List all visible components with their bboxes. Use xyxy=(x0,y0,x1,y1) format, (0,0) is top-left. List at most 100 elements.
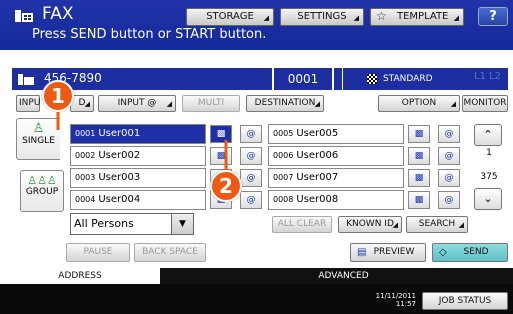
entry-name: User002 xyxy=(98,150,141,161)
resolution-mode[interactable]: STANDARD xyxy=(342,68,472,90)
backspace-button[interactable]: BACK SPACE xyxy=(134,243,206,262)
corner-arrow-icon: ◢ xyxy=(263,14,269,22)
email-destination-icon[interactable]: @ xyxy=(438,125,460,143)
email-destination-icon[interactable]: @ xyxy=(438,191,460,209)
entry-name: User006 xyxy=(296,150,339,161)
template-label: TEMPLATE xyxy=(397,11,449,22)
entry-name: User005 xyxy=(296,128,339,139)
single-tab[interactable]: ♙ SINGLE xyxy=(16,118,60,160)
tab-bar: ADDRESS ADVANCED xyxy=(0,268,513,284)
pause-button[interactable]: PAUSE xyxy=(66,243,130,262)
storage-label: STORAGE xyxy=(206,11,254,22)
known-id-label: KNOWN ID xyxy=(346,219,394,229)
email-destination-icon[interactable]: @ xyxy=(438,169,460,187)
current-page: 1 xyxy=(486,148,492,158)
scroll-down-button[interactable]: ⌄ xyxy=(474,188,502,210)
monitor-button[interactable]: MONITOR xyxy=(462,95,508,112)
list-item[interactable]: 0004 User004 xyxy=(70,190,206,210)
corner-arrow-icon: ◢ xyxy=(392,221,398,229)
destination-label: DESTINATION xyxy=(254,98,316,108)
list-item[interactable]: 0007 User007 xyxy=(268,168,404,188)
line-indicator: L1 L2 xyxy=(474,71,502,82)
email-destination-icon[interactable]: @ xyxy=(240,125,262,143)
list-item[interactable]: 0003 User003 xyxy=(70,168,206,188)
entry-name: User008 xyxy=(296,194,339,205)
fax-destination-icon[interactable]: ▩ xyxy=(210,125,232,143)
entry-name: User007 xyxy=(296,172,339,183)
settings-button[interactable]: SETTINGS ◢ xyxy=(280,8,364,26)
email-destination-icon[interactable]: @ xyxy=(438,147,460,165)
template-button[interactable]: ☆ TEMPLATE ◢ xyxy=(370,8,464,26)
group-filter-select[interactable]: All Persons ▼ xyxy=(70,213,194,235)
header: FAX Press SEND button or START button. S… xyxy=(0,0,513,50)
help-button[interactable]: ? xyxy=(478,7,508,26)
tab-advanced[interactable]: ADVANCED xyxy=(160,268,513,284)
corner-arrow-icon: ◢ xyxy=(453,14,459,22)
option-button[interactable]: OPTION ◢ xyxy=(378,95,460,112)
search-button[interactable]: SEARCH ◢ xyxy=(406,216,468,233)
footer: 11/11/2011 11:57 JOB STATUS xyxy=(0,284,513,314)
multi-button[interactable]: MULTI xyxy=(182,95,240,112)
tab-address[interactable]: ADDRESS xyxy=(0,268,160,284)
destination-bar: 456-7890 0001 STANDARD L1 L2 xyxy=(12,68,508,90)
preview-button[interactable]: ▤ PREVIEW xyxy=(350,243,426,262)
corner-arrow-icon: ◢ xyxy=(84,100,90,108)
search-label: SEARCH xyxy=(418,219,456,229)
entry-number: 0008 xyxy=(273,195,294,204)
checker-icon xyxy=(367,74,377,84)
corner-arrow-icon: ◢ xyxy=(450,100,456,108)
list-item[interactable]: 0006 User006 xyxy=(268,146,404,166)
preview-label: PREVIEW xyxy=(373,247,415,257)
list-item[interactable]: 0001 User001 xyxy=(70,124,206,144)
fax-destination-icon[interactable]: ▩ xyxy=(210,147,232,165)
input-button[interactable]: INPU xyxy=(16,95,40,112)
callout-1: 1 xyxy=(42,80,74,112)
list-item[interactable]: 0008 User008 xyxy=(268,190,404,210)
entry-name: User003 xyxy=(98,172,141,183)
group-filter-value: All Persons xyxy=(74,217,134,230)
storage-button[interactable]: STORAGE ◢ xyxy=(186,8,274,26)
mode-label: STANDARD xyxy=(383,74,433,84)
option-label: OPTION xyxy=(401,98,437,108)
group-icon: ♙♙♙ xyxy=(27,174,57,187)
email-destination-icon[interactable]: @ xyxy=(240,169,262,187)
input-at-button[interactable]: INPUT @ ◢ xyxy=(98,95,176,112)
fax-destination-icon[interactable]: ▩ xyxy=(408,147,430,165)
callout-2: 2 xyxy=(210,170,242,202)
chevron-up-icon: ⌃ xyxy=(483,128,493,141)
list-item[interactable]: 0005 User005 xyxy=(268,124,404,144)
known-id-button[interactable]: KNOWN ID ◢ xyxy=(338,216,402,233)
app-title: FAX xyxy=(42,4,74,24)
diamond-icon: ◇ xyxy=(439,247,447,258)
send-button[interactable]: ◇ SEND xyxy=(432,243,508,262)
email-destination-icon[interactable]: @ xyxy=(240,147,262,165)
status-message: Press SEND button or START button. xyxy=(32,27,267,42)
entry-number: 0007 xyxy=(273,173,294,182)
fax-destination-icon[interactable]: ▩ xyxy=(408,169,430,187)
send-label: SEND xyxy=(463,247,489,257)
entry-number: 0001 xyxy=(75,129,96,138)
fax-destination-icon[interactable]: ▩ xyxy=(408,191,430,209)
entry-number: 0004 xyxy=(75,195,96,204)
fax-icon xyxy=(15,10,33,22)
corner-arrow-icon: ◢ xyxy=(353,14,359,22)
fax-screen: FAX Press SEND button or START button. S… xyxy=(0,0,513,314)
fax-destination-icon[interactable]: ▩ xyxy=(408,125,430,143)
chevron-down-icon: ⌄ xyxy=(483,192,493,205)
all-clear-button[interactable]: ALL CLEAR xyxy=(272,216,332,233)
corner-arrow-icon: ◢ xyxy=(166,100,172,108)
chevron-down-icon[interactable]: ▼ xyxy=(171,214,193,234)
star-icon: ☆ xyxy=(376,9,387,23)
person-icon: ♙ xyxy=(32,121,45,136)
scroll-up-button[interactable]: ⌃ xyxy=(474,124,502,146)
corner-arrow-icon: ◢ xyxy=(314,100,320,108)
entry-number: 0005 xyxy=(273,129,294,138)
job-status-button[interactable]: JOB STATUS xyxy=(422,292,508,310)
settings-label: SETTINGS xyxy=(297,11,347,22)
list-item[interactable]: 0002 User002 xyxy=(70,146,206,166)
destination-button[interactable]: DESTINATION ◢ xyxy=(246,95,324,112)
entry-name: User001 xyxy=(98,128,141,139)
group-tab[interactable]: ♙♙♙ GROUP xyxy=(20,170,64,212)
email-destination-icon[interactable]: @ xyxy=(240,191,262,209)
entry-number: 0003 xyxy=(75,173,96,182)
